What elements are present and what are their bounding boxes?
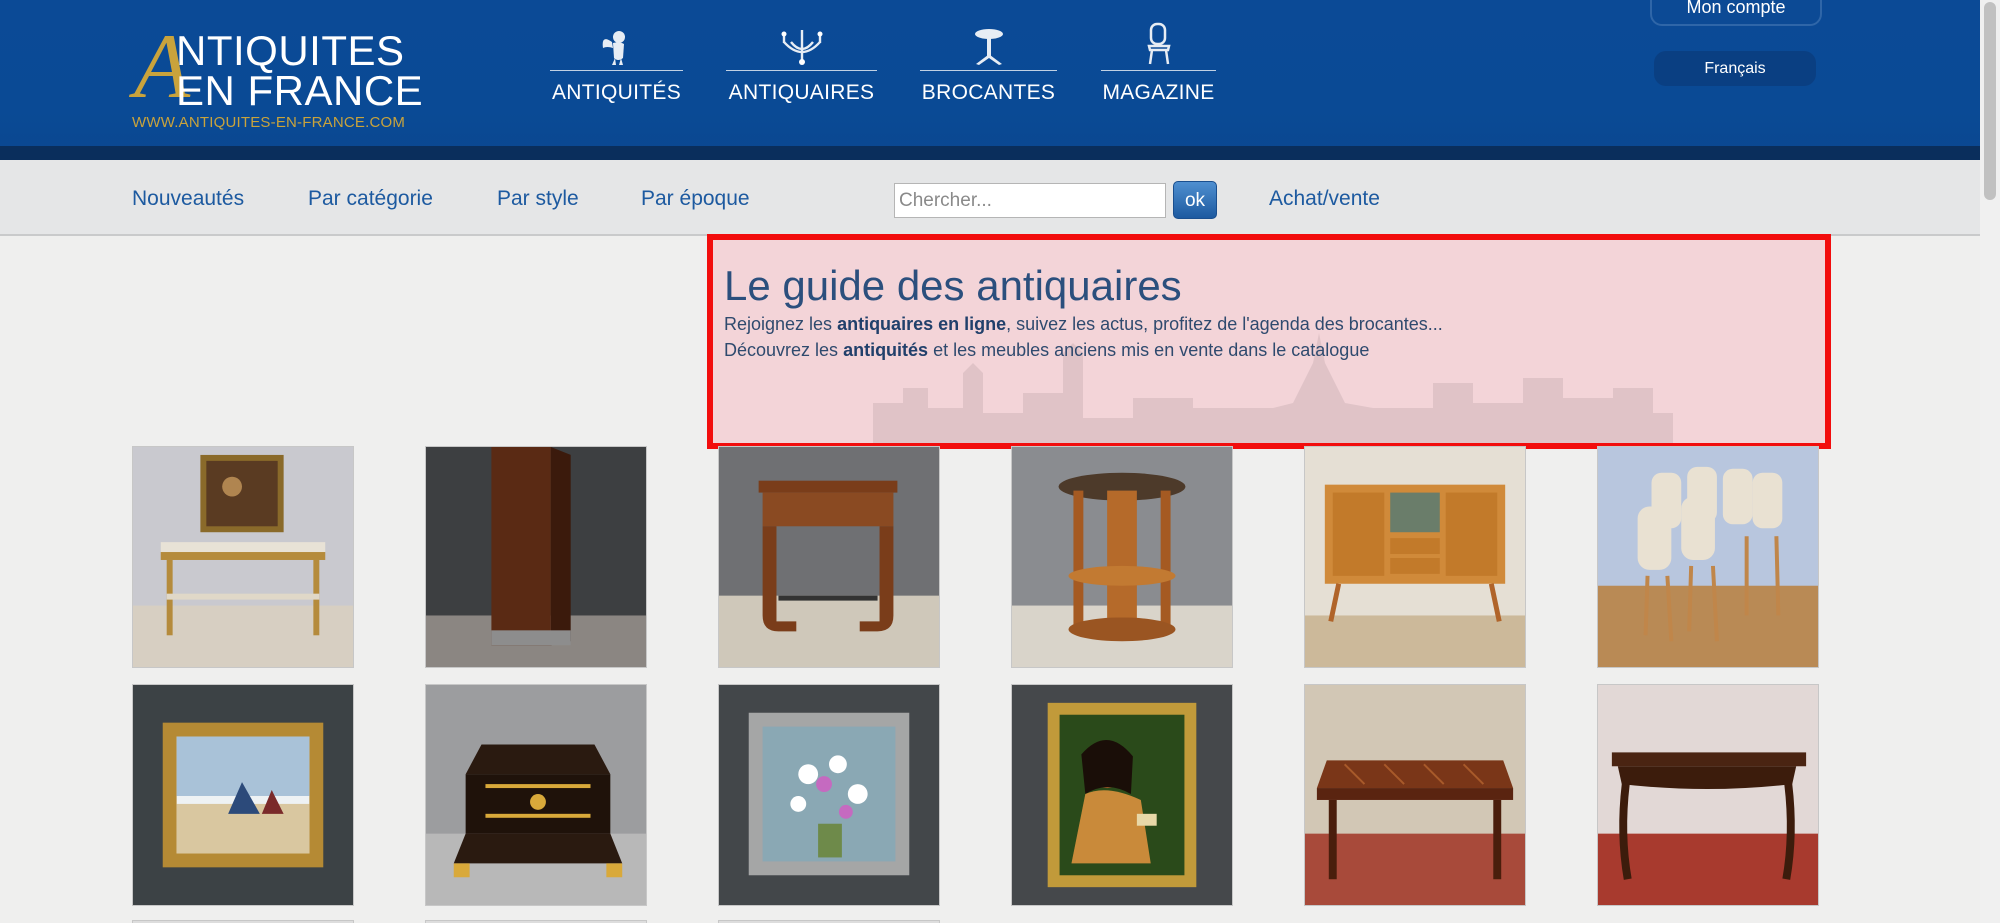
blond-sideboard-image [1305,447,1525,667]
language-selector[interactable]: Français [1654,51,1816,86]
nav-divider [726,70,877,71]
search-input[interactable] [894,183,1166,218]
account-button[interactable]: Mon compte [1650,0,1822,26]
logo-line-2: EN FRANCE [176,67,424,114]
gilded-console-image [133,447,353,667]
header-bottom-band [0,146,1980,160]
product-thumbnail[interactable] [132,684,354,906]
nav-divider [550,70,683,71]
nav-label: BROCANTES [921,81,1056,104]
antiquites-link[interactable]: antiquités [843,340,928,360]
nav-label: ANTIQUAIRES [728,81,875,104]
chair-icon [1101,22,1216,66]
product-thumbnail[interactable] [1597,684,1819,906]
product-thumbnail[interactable] [1597,446,1819,668]
product-thumbnail[interactable] [718,684,940,906]
hero-title: Le guide des antiquaires [724,262,1182,309]
seaside-painting-image [133,685,353,905]
vertical-scrollbar[interactable] [1980,0,2000,923]
product-thumbnail[interactable] [718,446,940,668]
chandelier-icon [726,24,877,66]
boulle-box-image [426,685,646,905]
nav-brocantes[interactable]: BROCANTES [920,24,1057,105]
hero-line-1-suffix: , suivez les actus, profitez de l'agenda… [1006,314,1443,334]
site-logo[interactable]: A NTIQUITES EN FRANCE WWW.ANTIQUITES-EN-… [132,20,442,132]
hero-line-1-prefix: Rejoignez les [724,314,838,334]
dining-chairs-image [1598,447,1818,667]
parquetry-table-image [1305,685,1525,905]
subnav-nouveautes[interactable]: Nouveautés [132,187,244,211]
secondary-nav: Nouveautés Par catégorie Par style Par é… [0,160,1980,236]
hero-line-2-suffix: et les meubles anciens mis en vente dans… [928,340,1370,360]
logo-url: WWW.ANTIQUITES-EN-FRANCE.COM [132,114,406,131]
nav-label: MAGAZINE [1102,81,1215,104]
nav-antiquites[interactable]: ANTIQUITÉS [550,24,683,105]
product-thumbnail[interactable] [1304,684,1526,906]
nav-antiquaires[interactable]: ANTIQUAIRES [726,24,877,105]
product-thumbnail[interactable] [1304,446,1526,668]
nav-divider [1101,70,1216,71]
subnav-par-style[interactable]: Par style [497,187,579,211]
louis-xv-table-image [1598,685,1818,905]
product-thumbnail[interactable] [425,446,647,668]
search-submit-button[interactable]: ok [1173,181,1217,219]
column-cabinet-image [426,447,646,667]
hero-text-line-2: Découvrez les antiquités et les meubles … [724,340,1369,361]
subnav-achat-vente[interactable]: Achat/vente [1269,187,1380,211]
subnav-par-epoque[interactable]: Par époque [641,187,750,211]
portrait-painting-image [1012,685,1232,905]
flower-painting-image [719,685,939,905]
hero-banner: Le guide des antiquaires Rejoignez les a… [707,234,1831,449]
nav-magazine[interactable]: MAGAZINE [1101,22,1216,105]
product-thumbnail[interactable] [132,446,354,668]
pedestal-table-icon [920,24,1057,66]
hero-text-line-1: Rejoignez les antiquaires en ligne, suiv… [724,314,1443,335]
subnav-par-categorie[interactable]: Par catégorie [308,187,433,211]
antiquaires-en-ligne-link[interactable]: antiquaires en ligne [837,314,1006,334]
round-pedestal-table-image [1012,447,1232,667]
scrollbar-thumb[interactable] [1984,2,1996,200]
product-thumbnail[interactable] [425,684,647,906]
nav-divider [920,70,1057,71]
site-header: A NTIQUITES EN FRANCE WWW.ANTIQUITES-EN-… [0,0,1980,160]
cherub-icon [550,24,683,66]
art-deco-side-table-image [719,447,939,667]
product-thumbnail[interactable] [1011,446,1233,668]
nav-label: ANTIQUITÉS [551,81,681,104]
hero-line-2-prefix: Découvrez les [724,340,844,360]
product-thumbnail[interactable] [1011,684,1233,906]
logo-line-1: NTIQUITES [176,27,405,74]
